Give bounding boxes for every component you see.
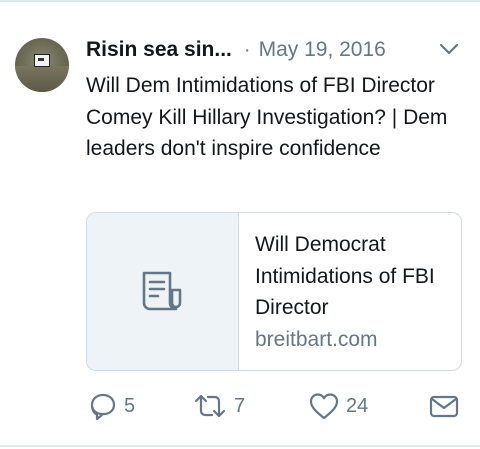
card-body: Will Democrat Intimidations of FBI Direc… — [255, 229, 455, 355]
tweet-header: Risin sea sin... · May 19, 2016 — [86, 36, 386, 64]
like-button[interactable]: 24 — [308, 385, 368, 427]
separator-dot: · — [243, 38, 251, 61]
document-icon — [142, 271, 182, 311]
link-card[interactable]: Will Democrat Intimidations of FBI Direc… — [86, 212, 462, 371]
direct-message-button[interactable] — [428, 385, 460, 427]
bottom-divider — [0, 445, 480, 447]
card-thumbnail — [87, 213, 239, 370]
tweet-actions: 5 7 24 — [0, 385, 480, 427]
card-domain: breitbart.com — [255, 327, 378, 351]
retweet-count: 7 — [234, 394, 246, 417]
author-name[interactable]: Risin sea sin... — [86, 38, 232, 62]
heart-icon — [309, 393, 339, 420]
tweet-text: Will Dem Intimidations of FBI Director C… — [86, 74, 448, 160]
reply-count: 5 — [124, 394, 136, 417]
reply-icon — [90, 393, 116, 421]
retweet-icon — [194, 394, 226, 418]
top-divider — [0, 0, 480, 2]
avatar[interactable] — [15, 38, 69, 92]
like-count: 24 — [346, 394, 369, 417]
tweet-date[interactable]: May 19, 2016 — [259, 38, 386, 62]
chevron-down-icon[interactable] — [438, 40, 460, 58]
card-title: Will Democrat Intimidations of FBI Direc… — [255, 233, 435, 319]
envelope-icon — [429, 395, 459, 418]
retweet-button[interactable]: 7 — [192, 385, 245, 427]
reply-button[interactable]: 5 — [88, 385, 135, 427]
